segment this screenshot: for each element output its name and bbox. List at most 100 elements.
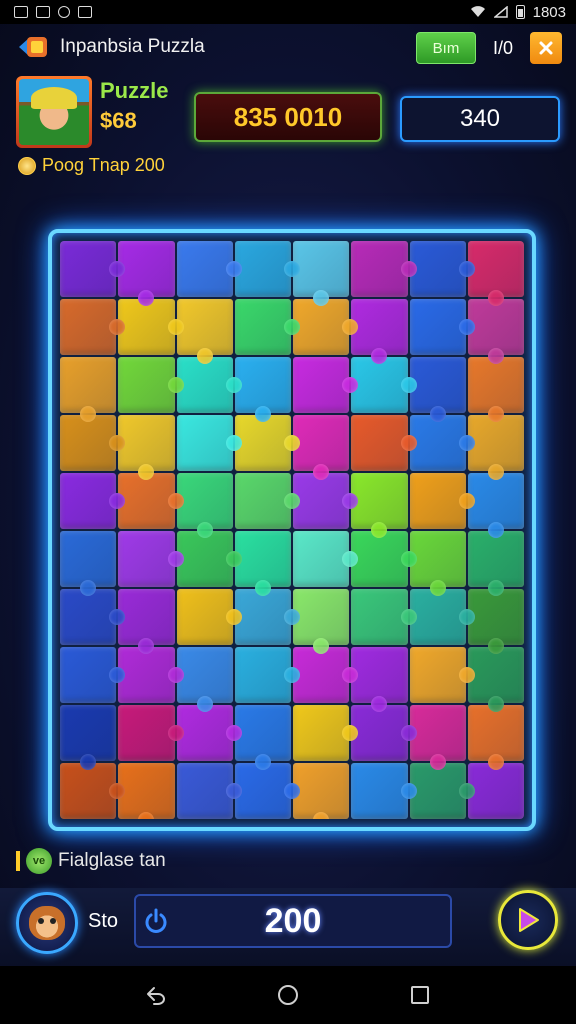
puzzle-piece[interactable] [351, 647, 408, 712]
puzzle-piece[interactable] [176, 299, 233, 364]
puzzle-piece[interactable] [176, 357, 243, 413]
puzzle-piece[interactable] [467, 415, 524, 480]
puzzle-piece[interactable] [293, 299, 359, 355]
puzzle-piece[interactable] [409, 589, 476, 645]
puzzle-piece[interactable] [351, 241, 417, 297]
puzzle-piece[interactable] [176, 473, 233, 538]
puzzle-piece[interactable] [176, 415, 243, 471]
puzzle-piece[interactable] [60, 415, 126, 471]
puzzle-piece[interactable] [60, 473, 126, 529]
puzzle-piece[interactable] [60, 589, 126, 645]
puzzle-piece[interactable] [351, 589, 417, 645]
puzzle-piece[interactable] [409, 531, 466, 596]
puzzle-piece[interactable] [118, 299, 184, 355]
puzzle-piece[interactable] [351, 299, 408, 364]
puzzle-piece[interactable] [293, 473, 359, 529]
puzzle-piece[interactable] [118, 473, 184, 529]
puzzle-piece[interactable] [234, 299, 301, 355]
puzzle-piece[interactable] [118, 531, 184, 587]
puzzle-piece[interactable] [176, 705, 243, 761]
value-panel[interactable]: 200 [134, 894, 452, 948]
play-button[interactable] [498, 890, 558, 950]
puzzle-board [48, 229, 536, 831]
puzzle-piece[interactable] [118, 241, 175, 306]
puzzle-piece[interactable] [293, 531, 359, 587]
puzzle-piece[interactable] [293, 357, 359, 413]
puzzle-piece[interactable] [234, 531, 291, 596]
player-avatar[interactable] [16, 76, 92, 148]
puzzle-piece[interactable] [60, 241, 126, 297]
puzzle-piece[interactable] [60, 357, 117, 422]
puzzle-piece[interactable] [409, 473, 476, 529]
back-nav-button[interactable] [136, 975, 176, 1015]
puzzle-piece[interactable] [293, 589, 350, 654]
green-action-button[interactable]: Bım [416, 32, 476, 64]
character-button[interactable] [16, 892, 78, 954]
system-nav-bar [0, 966, 576, 1024]
puzzle-piece[interactable] [60, 299, 126, 355]
puzzle-piece[interactable] [409, 357, 466, 422]
puzzle-piece[interactable] [409, 705, 466, 770]
puzzle-piece[interactable] [234, 473, 301, 529]
puzzle-piece[interactable] [293, 241, 350, 306]
puzzle-piece[interactable] [118, 357, 184, 413]
puzzle-piece[interactable] [118, 589, 175, 654]
player-name: Puzzle [100, 78, 169, 103]
close-icon [539, 41, 553, 55]
puzzle-piece[interactable] [176, 241, 243, 297]
puzzle-piece[interactable] [118, 647, 184, 703]
puzzle-piece[interactable] [467, 357, 524, 422]
puzzle-piece[interactable] [118, 763, 175, 819]
puzzle-piece[interactable] [467, 763, 524, 819]
home-nav-button[interactable] [268, 975, 308, 1015]
puzzle-piece[interactable] [176, 647, 233, 712]
puzzle-piece[interactable] [118, 705, 184, 761]
recents-nav-button[interactable] [400, 975, 440, 1015]
puzzle-piece[interactable] [351, 763, 417, 819]
puzzle-piece[interactable] [293, 763, 350, 819]
puzzle-piece[interactable] [293, 705, 359, 761]
puzzle-piece[interactable] [351, 531, 417, 587]
close-button[interactable] [530, 32, 562, 64]
puzzle-piece[interactable] [234, 241, 301, 297]
puzzle-piece[interactable] [234, 357, 291, 422]
notification-icon [58, 6, 70, 18]
back-button[interactable] [14, 29, 54, 65]
hint-marker [16, 851, 20, 871]
puzzle-piece[interactable] [293, 647, 359, 703]
puzzle-piece[interactable] [176, 763, 243, 819]
puzzle-piece[interactable] [467, 531, 524, 596]
puzzle-piece[interactable] [234, 647, 301, 703]
puzzle-piece[interactable] [293, 415, 350, 480]
puzzle-piece[interactable] [176, 589, 243, 645]
puzzle-piece[interactable] [467, 647, 524, 712]
puzzle-piece[interactable] [467, 299, 524, 364]
puzzle-piece[interactable] [118, 415, 175, 480]
puzzle-piece[interactable] [467, 241, 524, 306]
avatar-image [19, 79, 89, 145]
puzzle-piece[interactable] [351, 473, 408, 538]
puzzle-piece[interactable] [60, 531, 117, 596]
puzzle-piece[interactable] [409, 241, 476, 297]
puzzle-piece[interactable] [467, 705, 524, 770]
game-screen: 1803 Inpanbsia Puzzla Bım I/0 Puzzle $68 [0, 0, 576, 1024]
puzzle-piece[interactable] [234, 763, 301, 819]
signal-icon [493, 6, 508, 18]
puzzle-piece[interactable] [409, 647, 476, 703]
puzzle-piece[interactable] [234, 705, 291, 770]
puzzle-piece[interactable] [234, 415, 301, 471]
puzzle-piece[interactable] [467, 589, 524, 654]
puzzle-piece[interactable] [234, 589, 301, 645]
puzzle-piece[interactable] [60, 647, 126, 703]
puzzle-piece[interactable] [409, 415, 476, 471]
puzzle-piece[interactable] [409, 763, 476, 819]
puzzle-piece[interactable] [60, 705, 117, 770]
puzzle-piece[interactable] [60, 763, 126, 819]
puzzle-piece[interactable] [467, 473, 524, 538]
home-icon [278, 985, 298, 1005]
puzzle-piece[interactable] [351, 415, 417, 471]
puzzle-piece[interactable] [409, 299, 476, 355]
puzzle-piece[interactable] [351, 357, 417, 413]
puzzle-piece[interactable] [176, 531, 243, 587]
puzzle-piece[interactable] [351, 705, 417, 761]
